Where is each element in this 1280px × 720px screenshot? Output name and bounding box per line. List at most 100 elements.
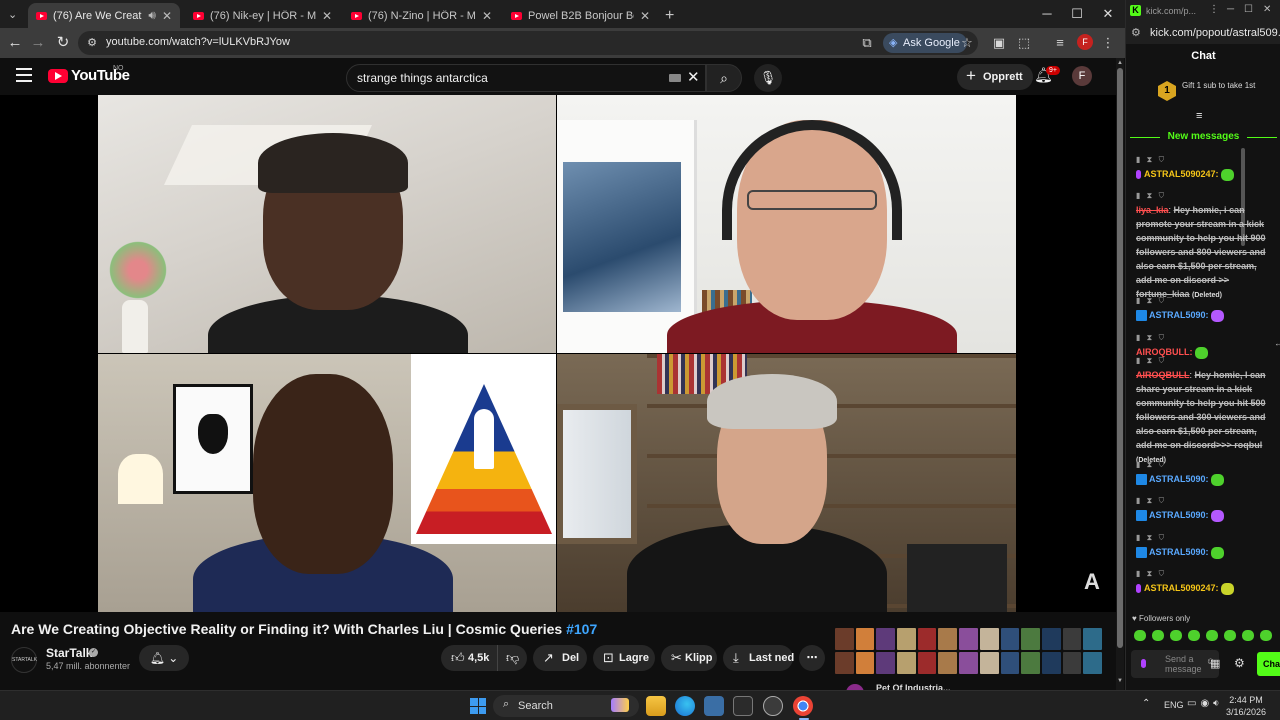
- site-info-icon[interactable]: ⚙: [83, 34, 101, 52]
- scroll-up-icon[interactable]: ▲: [1116, 60, 1124, 66]
- speaker-icon[interactable]: 🔊︎: [148, 8, 156, 23]
- input-language[interactable]: ENG: [1164, 700, 1184, 710]
- dislike-button[interactable]: 👎︎: [497, 645, 527, 671]
- quick-emote-icon[interactable]: [1152, 630, 1164, 641]
- site-info-icon[interactable]: ⚙: [1131, 26, 1141, 39]
- chat-settings-gear-icon[interactable]: ⚙: [1234, 656, 1245, 670]
- tab-n-zino[interactable]: (76) N-Zino | HÖR - March 16 / ✕: [343, 3, 500, 28]
- minimize-icon[interactable]: ─: [1033, 4, 1061, 24]
- clip-button[interactable]: ✂ Klipp: [661, 645, 717, 671]
- scroll-down-icon[interactable]: ▼: [1116, 678, 1124, 684]
- kick-url-text[interactable]: kick.com/popout/astral509...: [1150, 27, 1280, 39]
- chat-message[interactable]: ▮ ⧗ ⛉ ASTRAL5090247:: [1136, 567, 1270, 595]
- search-button[interactable]: ⌕: [706, 64, 742, 92]
- ask-google-button[interactable]: Ask Google: [883, 33, 967, 53]
- windows-start-icon[interactable]: [470, 698, 486, 714]
- reading-list-icon[interactable]: ≡: [1051, 34, 1069, 52]
- hamburger-menu-icon[interactable]: [16, 68, 32, 82]
- new-tab-button[interactable]: +: [660, 3, 682, 28]
- filter-icon[interactable]: ≡: [1196, 110, 1202, 122]
- keyboard-icon[interactable]: [669, 74, 681, 82]
- extensions-icon[interactable]: ⬚: [1015, 34, 1033, 52]
- quick-emote-icon[interactable]: [1188, 630, 1200, 641]
- tab-close-icon[interactable]: ✕: [640, 9, 650, 23]
- gift-icon[interactable]: ▦: [1210, 657, 1220, 670]
- like-button[interactable]: 👍︎ 4,5k: [441, 645, 497, 671]
- store-icon[interactable]: [704, 696, 724, 716]
- install-app-icon[interactable]: ⧉: [858, 34, 876, 52]
- share-button[interactable]: ↗ Del: [533, 645, 587, 671]
- quick-emote-icon[interactable]: [1224, 630, 1236, 641]
- chrome-icon[interactable]: [793, 696, 813, 716]
- quick-emote-icon[interactable]: [1260, 630, 1272, 641]
- voice-search-mic-icon[interactable]: 🎙︎: [754, 64, 782, 92]
- tab-close-icon[interactable]: ✕: [482, 9, 492, 23]
- tab-groups-icon[interactable]: ▣: [990, 34, 1008, 52]
- quick-emote-icon[interactable]: [1242, 630, 1254, 641]
- quick-emote-icon[interactable]: [1170, 630, 1182, 641]
- save-button[interactable]: ⊡ Lagre: [593, 645, 655, 671]
- account-avatar[interactable]: F: [1072, 66, 1092, 86]
- tab-close-icon[interactable]: ✕: [322, 9, 332, 23]
- chat-message[interactable]: ▮ ⧗ ⛉ liya_kia: Hey homie, i can promote …: [1136, 189, 1270, 303]
- chat-message[interactable]: ▮ ⧗ ⛉ ASTRAL5090:: [1136, 531, 1270, 559]
- tab-search-button[interactable]: ⌄: [4, 5, 24, 23]
- chat-message[interactable]: ▮ ⧗ ⛉ AIROQBULL: Hey homie, I can share y…: [1136, 354, 1270, 468]
- gift-leaderboard[interactable]: 1 Gift 1 sub to take 1st: [1126, 76, 1280, 106]
- page-scrollbar[interactable]: ▲ ▼: [1116, 58, 1124, 690]
- chat-input[interactable]: Send a message ☺: [1131, 650, 1219, 678]
- more-actions-button[interactable]: ⋯: [799, 645, 825, 671]
- maximize-icon[interactable]: ☐: [1063, 4, 1091, 24]
- moderation-icons[interactable]: ▮ ⧗ ⛉: [1136, 331, 1268, 345]
- profile-avatar[interactable]: F: [1077, 34, 1093, 50]
- forward-icon[interactable]: →: [28, 33, 48, 53]
- moderation-icons[interactable]: ▮ ⧗ ⛉: [1136, 531, 1268, 545]
- url-text[interactable]: youtube.com/watch?v=lULKVbRJYow: [106, 36, 290, 48]
- close-window-icon[interactable]: ✕: [1094, 4, 1122, 24]
- kick-close-icon[interactable]: ✕: [1263, 4, 1271, 15]
- moderation-icons[interactable]: ▮ ⧗ ⛉: [1136, 294, 1268, 308]
- moderation-icons[interactable]: ▮ ⧗ ⛉: [1136, 354, 1268, 368]
- video-player[interactable]: A: [0, 95, 1116, 612]
- tab-active-video[interactable]: (76) Are We Creating Objec 🔊︎ ✕: [28, 3, 180, 28]
- related-video-thumbnail[interactable]: [835, 628, 1102, 674]
- taskbar-search[interactable]: ⌕ Search: [493, 695, 639, 717]
- chat-message[interactable]: ▮ ⧗ ⛉ ASTRAL5090:: [1136, 294, 1270, 322]
- chat-message[interactable]: ▮ ⧗ ⛉ ASTRAL5090:: [1136, 494, 1270, 522]
- scroll-thumb[interactable]: [1117, 68, 1123, 648]
- search-input[interactable]: [357, 71, 657, 85]
- moderation-icons[interactable]: ▮ ⧗ ⛉: [1136, 189, 1268, 203]
- related-video-row[interactable]: Pet Of Industria...: [846, 680, 1096, 694]
- tab-nik-ey[interactable]: (76) Nik-ey | HÖR - March 16 / ✕: [185, 3, 340, 28]
- show-hidden-icons-chevron-icon[interactable]: ⌃: [1142, 698, 1150, 709]
- chat-message[interactable]: ▮ ⧗ ⛉ ASTRAL5090:: [1136, 458, 1270, 486]
- youtube-logo[interactable]: YouTube NO: [48, 65, 130, 84]
- tab-powel[interactable]: Powel B2B Bonjour Ben | HÖR ✕: [503, 3, 658, 28]
- clear-search-icon[interactable]: ✕: [687, 68, 700, 86]
- chat-message[interactable]: ▮ ⧗ ⛉ ASTRAL5090247:: [1136, 153, 1270, 181]
- reload-icon[interactable]: ↻: [53, 33, 73, 53]
- hashtag-link[interactable]: #107: [566, 621, 597, 637]
- download-button[interactable]: ⤓ Last ned: [723, 645, 794, 671]
- tray-network-volume-battery-icons[interactable]: ▭◉🔉︎: [1187, 698, 1223, 709]
- create-button[interactable]: Opprett: [957, 63, 1033, 90]
- channel-avatar[interactable]: STARTALK: [11, 647, 37, 673]
- moderation-icons[interactable]: ▮ ⧗ ⛉: [1136, 494, 1268, 508]
- subscription-bell-button[interactable]: 🔔︎ ⌄: [139, 645, 189, 671]
- browser-menu-icon[interactable]: ⋮: [1099, 34, 1117, 52]
- kick-menu-icon[interactable]: ⋮: [1209, 4, 1219, 15]
- kick-minimize-icon[interactable]: ─: [1227, 4, 1234, 15]
- chat-username[interactable]: ASTRAL5090247:: [1144, 169, 1219, 179]
- quick-emote-icon[interactable]: [1134, 630, 1146, 641]
- chat-username[interactable]: ASTRAL5090:: [1149, 474, 1209, 484]
- chat-username[interactable]: ASTRAL5090:: [1149, 547, 1209, 557]
- chat-username[interactable]: ASTRAL5090:: [1149, 310, 1209, 320]
- chat-username[interactable]: ASTRAL5090247:: [1144, 583, 1219, 593]
- kick-maximize-icon[interactable]: ☐: [1244, 4, 1253, 15]
- clock[interactable]: 2:44 PM 3/16/2026: [1226, 694, 1266, 718]
- quick-emote-icon[interactable]: [1206, 630, 1218, 641]
- chat-username[interactable]: AIROQBULL: [1136, 370, 1190, 380]
- settings-app-icon[interactable]: [763, 696, 783, 716]
- back-icon[interactable]: ←: [5, 33, 25, 53]
- omnibox[interactable]: ⚙ youtube.com/watch?v=lULKVbRJYow ⧉ Ask …: [78, 31, 978, 55]
